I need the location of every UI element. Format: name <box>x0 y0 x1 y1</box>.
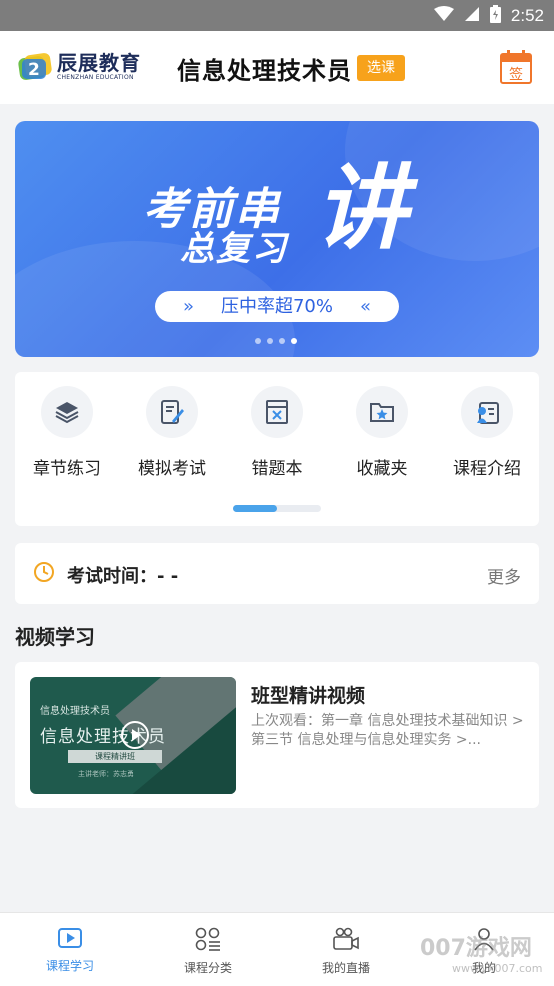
banner-pager[interactable] <box>255 338 297 344</box>
category-icon <box>148 927 268 955</box>
favorite-folder-icon <box>356 386 408 438</box>
menu-item-chapter-practice[interactable]: 章节练习 <box>17 386 117 479</box>
nav-my-live[interactable]: 我的直播 <box>286 927 406 976</box>
thumb-class-tag: 课程精讲班 <box>68 750 162 763</box>
pager-dot-active[interactable] <box>291 338 297 344</box>
menu-item-label: 错题本 <box>251 459 303 479</box>
pager-dot[interactable] <box>279 338 285 344</box>
app-header: 2 辰展教育 CHENZHAN EDUCATION 信息处理技术员 选课 签 <box>0 31 554 104</box>
live-camera-icon <box>286 927 406 955</box>
battery-icon <box>489 4 501 27</box>
thumb-caption: 信息处理技术员 <box>40 706 110 717</box>
logo-mark-icon: 2 <box>17 51 53 83</box>
pager-dot[interactable] <box>267 338 273 344</box>
menu-item-favorites[interactable]: 收藏夹 <box>332 386 432 479</box>
more-link[interactable]: 更多 <box>487 563 521 588</box>
exam-time-card[interactable]: 考试时间：- - 更多 <box>15 543 539 604</box>
svg-text:2: 2 <box>28 60 40 80</box>
double-chevron-left-icon: « <box>359 296 371 317</box>
sign-in-calendar-icon[interactable]: 签 <box>500 50 532 84</box>
banner-big-char: 讲 <box>315 155 408 262</box>
course-intro-icon <box>461 386 513 438</box>
play-square-icon <box>10 927 130 953</box>
wrong-book-icon <box>251 386 303 438</box>
menu-item-label: 收藏夹 <box>356 459 408 479</box>
watermark-url: www.yx007.com <box>452 962 543 975</box>
video-title: 班型精讲视频 <box>251 685 366 707</box>
logo-subtitle: CHENZHAN EDUCATION <box>57 74 134 81</box>
nav-course-category[interactable]: 课程分类 <box>148 927 268 976</box>
menu-scroll-thumb <box>233 505 277 512</box>
layers-icon <box>41 386 93 438</box>
brand-logo: 2 辰展教育 CHENZHAN EDUCATION <box>17 51 141 83</box>
clock-time: 2:52 <box>510 5 544 25</box>
pager-dot[interactable] <box>255 338 261 344</box>
menu-item-wrong-book[interactable]: 错题本 <box>227 386 327 479</box>
thumb-teacher: 主讲老师：苏志勇 <box>78 770 134 778</box>
wifi-icon <box>433 5 454 26</box>
clock-icon <box>33 561 55 587</box>
banner-pill: » 压中率超70% « <box>155 291 399 322</box>
menu-scroll-indicator <box>233 505 321 512</box>
video-last-watched: 上次观看：第一章 信息处理技术基础知识 > 第三节 信息处理与信息处理实务 >.… <box>251 713 524 748</box>
menu-item-course-intro[interactable]: 课程介绍 <box>437 386 537 479</box>
nav-label: 我的直播 <box>321 961 370 975</box>
promo-banner[interactable]: 考前串 总复习 讲 » 压中率超70% « <box>15 121 539 357</box>
play-icon[interactable] <box>121 721 149 749</box>
video-section-title: 视频学习 <box>15 625 95 649</box>
banner-pill-text: 压中率超70% <box>220 296 333 317</box>
banner-line2: 总复习 <box>180 229 288 269</box>
nav-course-study[interactable]: 课程学习 <box>10 927 130 974</box>
calendar-label: 签 <box>509 66 523 83</box>
edit-document-icon <box>146 386 198 438</box>
function-menu: 章节练习 模拟考试 错题本 收藏夹 课程介绍 <box>15 372 539 526</box>
menu-item-label: 模拟考试 <box>138 459 206 479</box>
status-bar: 2:52 <box>0 0 554 31</box>
video-thumbnail[interactable]: 信息处理技术员 信息处理技术员 课程精讲班 主讲老师：苏志勇 <box>30 677 236 794</box>
video-course-card[interactable]: 信息处理技术员 信息处理技术员 课程精讲班 主讲老师：苏志勇 班型精讲视频 上次… <box>15 662 539 808</box>
nav-label: 课程分类 <box>183 961 232 975</box>
menu-item-label: 章节练习 <box>33 459 101 479</box>
course-title: 信息处理技术员 <box>177 57 352 85</box>
nav-label: 课程学习 <box>45 959 94 973</box>
logo-name: 辰展教育 <box>57 51 141 75</box>
watermark-logo: 007游戏网 <box>420 936 532 961</box>
double-chevron-right-icon: » <box>183 296 195 317</box>
signal-icon <box>464 6 480 26</box>
menu-item-mock-exam[interactable]: 模拟考试 <box>122 386 222 479</box>
exam-time-label: 考试时间：- - <box>67 566 179 587</box>
select-course-button[interactable]: 选课 <box>357 55 405 81</box>
menu-item-label: 课程介绍 <box>453 459 521 479</box>
